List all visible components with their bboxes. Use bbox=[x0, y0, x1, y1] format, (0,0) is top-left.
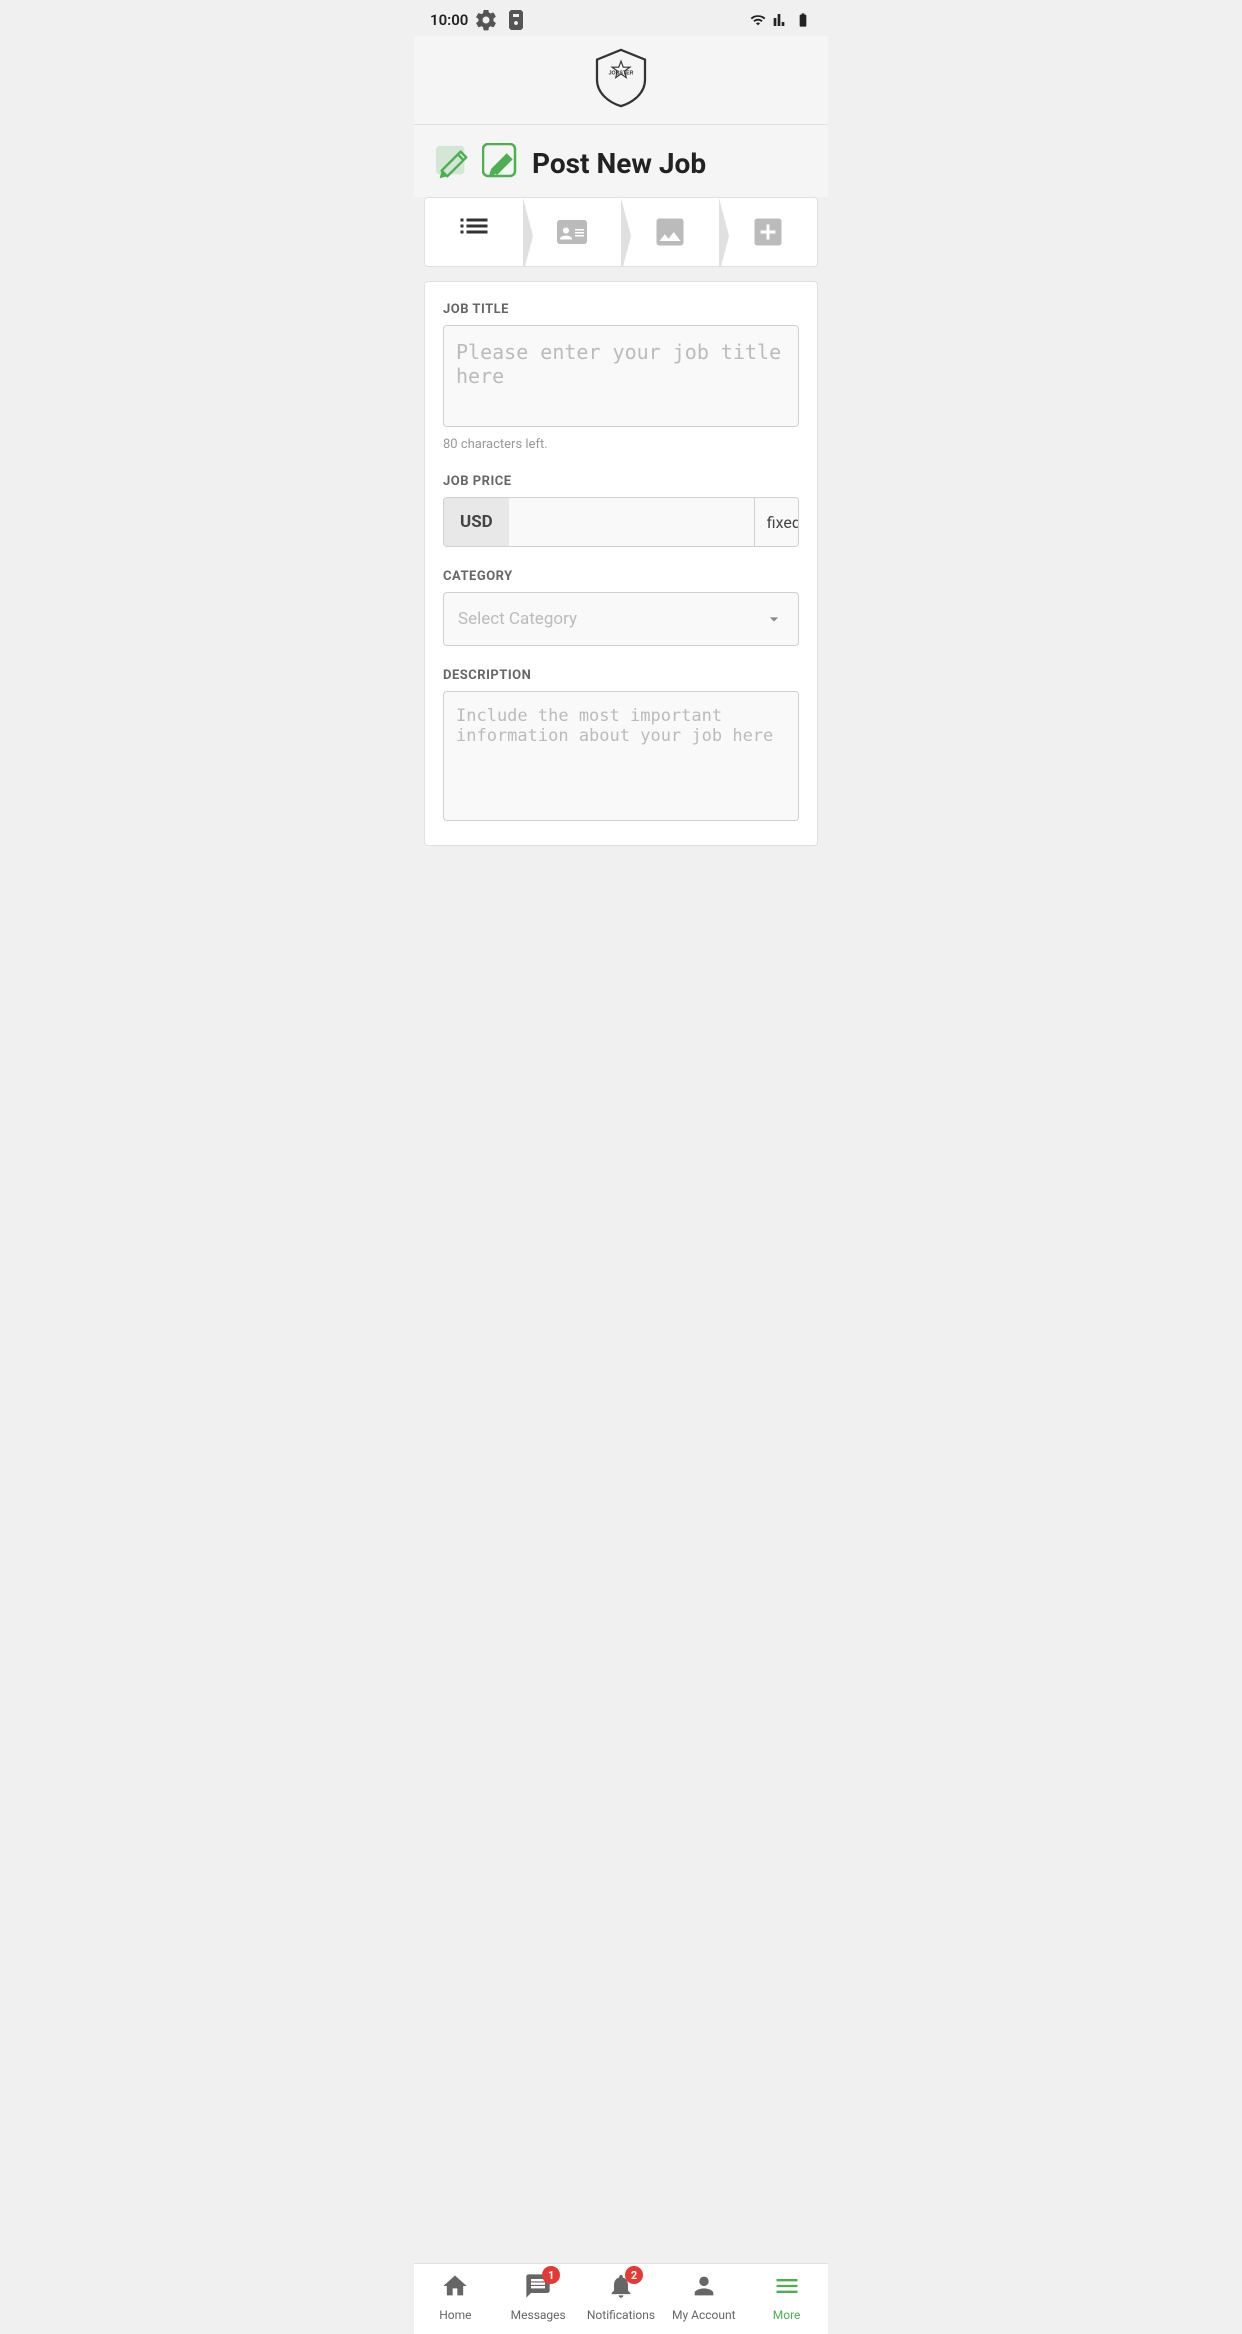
plus-box-icon bbox=[750, 214, 786, 250]
nav-label-account: My Account bbox=[672, 2308, 736, 2322]
form-section: JOB TITLE 80 characters left. JOB PRICE … bbox=[424, 281, 818, 846]
price-type-selector[interactable]: fixed bbox=[754, 498, 799, 546]
menu-icon bbox=[773, 2272, 801, 2300]
nav-label-more: More bbox=[773, 2308, 801, 2322]
status-bar: 10:00 bbox=[414, 0, 828, 36]
currency-badge: USD bbox=[444, 498, 509, 546]
messages-badge: 1 bbox=[542, 2266, 560, 2284]
job-title-label: JOB TITLE bbox=[443, 302, 799, 317]
char-count: 80 characters left. bbox=[443, 437, 799, 452]
edit-icon bbox=[434, 144, 472, 182]
messages-icon-container: 1 bbox=[524, 2272, 552, 2304]
nav-item-more[interactable]: More bbox=[745, 2272, 828, 2322]
step-tab-details[interactable] bbox=[425, 198, 523, 266]
job-title-input[interactable] bbox=[443, 325, 799, 427]
home-icon-container bbox=[441, 2272, 469, 2304]
edit-pencil-icon bbox=[482, 143, 522, 183]
logo-container: JOBSTER bbox=[591, 46, 651, 110]
job-title-field: JOB TITLE 80 characters left. bbox=[443, 302, 799, 452]
wifi-icon bbox=[748, 12, 768, 28]
category-placeholder: Select Category bbox=[458, 609, 577, 629]
nav-label-messages: Messages bbox=[511, 2308, 566, 2322]
nav-item-notifications[interactable]: 2 Notifications bbox=[580, 2272, 663, 2322]
price-input[interactable] bbox=[509, 498, 754, 546]
job-price-field: JOB PRICE USD fixed bbox=[443, 474, 799, 547]
bottom-nav: Home 1 Messages 2 Notifications My Accou… bbox=[414, 2263, 828, 2334]
description-input[interactable] bbox=[443, 691, 799, 821]
page-title: Post New Job bbox=[532, 147, 706, 180]
status-icons bbox=[748, 12, 812, 28]
status-time: 10:00 bbox=[430, 11, 468, 29]
description-label: DESCRIPTION bbox=[443, 668, 799, 683]
nav-item-account[interactable]: My Account bbox=[662, 2272, 745, 2322]
app-header: JOBSTER bbox=[414, 36, 828, 125]
step-tabs bbox=[424, 197, 818, 267]
page-title-section: Post New Job bbox=[414, 125, 828, 197]
profile-card-icon bbox=[554, 214, 590, 250]
step-tab-extras[interactable] bbox=[719, 198, 817, 266]
description-field: DESCRIPTION bbox=[443, 668, 799, 825]
battery-icon bbox=[794, 12, 812, 28]
step-tab-profile[interactable] bbox=[523, 198, 621, 266]
notifications-badge: 2 bbox=[625, 2266, 643, 2284]
sim-icon bbox=[504, 8, 528, 32]
notifications-icon-container: 2 bbox=[607, 2272, 635, 2304]
list-icon bbox=[456, 214, 492, 250]
category-field: CATEGORY Select Category bbox=[443, 569, 799, 646]
signal-icon bbox=[772, 12, 790, 28]
step-tab-media[interactable] bbox=[621, 198, 719, 266]
dropdown-arrow-icon bbox=[764, 609, 784, 629]
gear-icon bbox=[474, 8, 498, 32]
image-icon bbox=[652, 214, 688, 250]
job-price-label: JOB PRICE bbox=[443, 474, 799, 489]
account-icon-container bbox=[690, 2272, 718, 2304]
nav-item-messages[interactable]: 1 Messages bbox=[497, 2272, 580, 2322]
nav-item-home[interactable]: Home bbox=[414, 2272, 497, 2322]
nav-label-notifications: Notifications bbox=[587, 2308, 655, 2322]
person-icon bbox=[690, 2272, 718, 2300]
home-icon bbox=[441, 2272, 469, 2300]
price-type-label: fixed bbox=[767, 513, 799, 532]
nav-label-home: Home bbox=[439, 2308, 471, 2322]
category-label: CATEGORY bbox=[443, 569, 799, 584]
more-icon-container bbox=[773, 2272, 801, 2304]
category-select[interactable]: Select Category bbox=[443, 592, 799, 646]
price-row: USD fixed bbox=[443, 497, 799, 547]
jobster-logo: JOBSTER bbox=[591, 46, 651, 110]
